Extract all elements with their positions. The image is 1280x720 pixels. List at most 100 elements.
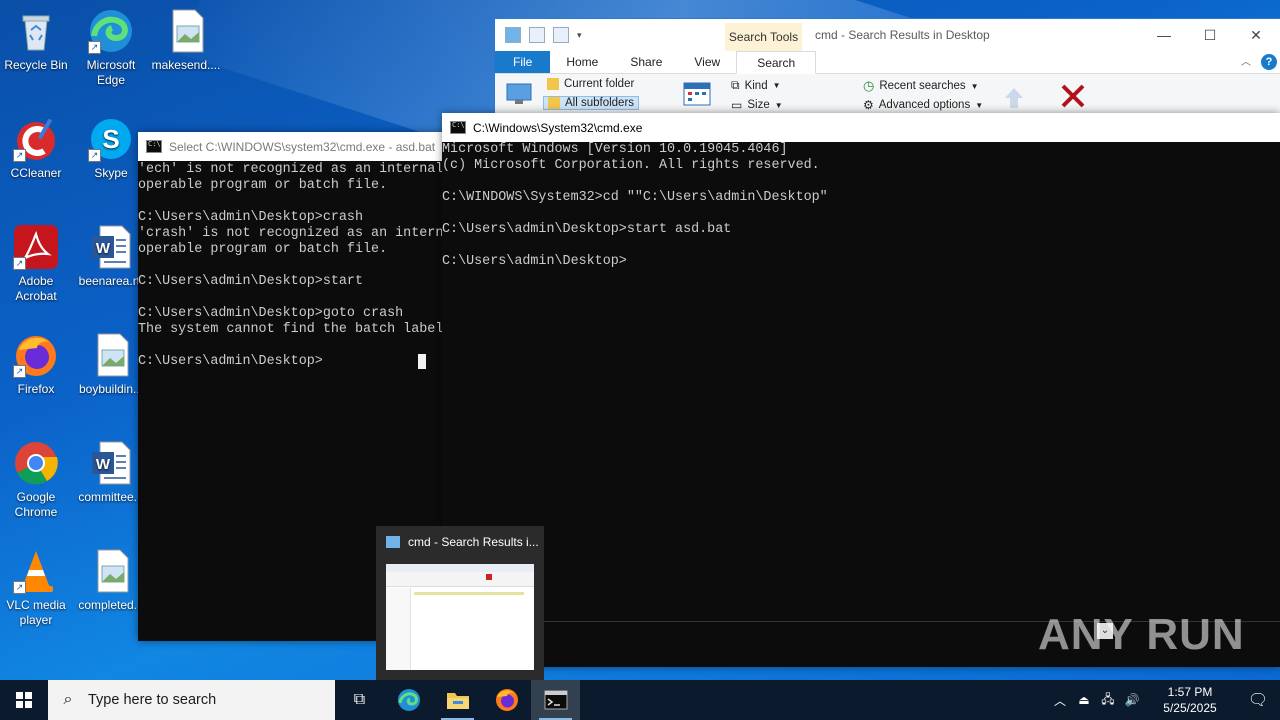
- advanced-options-dropdown[interactable]: ⚙ Advanced options ▼: [863, 98, 983, 112]
- taskbar-explorer-button[interactable]: [433, 680, 482, 720]
- properties-icon[interactable]: [529, 27, 545, 43]
- task-view-button[interactable]: ⧉: [335, 680, 384, 720]
- minimize-button[interactable]: —: [1141, 19, 1187, 51]
- maximize-button[interactable]: ☐: [1187, 19, 1233, 51]
- desktop-icon-makesend[interactable]: makesend....: [150, 8, 222, 73]
- desktop-icon-label: Google Chrome: [14, 490, 58, 519]
- edge-icon: ↗: [88, 8, 134, 54]
- quick-access-toolbar: ▾: [495, 27, 725, 43]
- chevron-down-icon: ▼: [772, 81, 781, 90]
- desktop-icon-label: beenarea.rtf: [78, 274, 144, 288]
- search-placeholder: Type here to search: [88, 692, 217, 708]
- desktop-icon-boybuildin[interactable]: boybuildin...: [75, 332, 147, 397]
- console-line: C:\Users\admin\Desktop>: [138, 354, 323, 369]
- kind-icon: ⧉: [731, 78, 740, 92]
- recycle-bin-icon: [13, 8, 59, 54]
- advanced-options-icon: ⚙: [863, 98, 874, 112]
- console-line: C:\WINDOWS\System32>cd ""C:\Users\admin\…: [442, 190, 828, 205]
- explorer-title-bar[interactable]: ▾ Search Tools cmd - Search Results in D…: [495, 19, 1280, 51]
- cmd-window-system32[interactable]: C:\Windows\System32\cmd.exe Microsoft Wi…: [442, 113, 1280, 667]
- console-line: operable program or batch file.: [138, 178, 388, 193]
- desktop-icon-google-chrome[interactable]: Google Chrome: [0, 440, 72, 520]
- usb-device-icon[interactable]: ⏏: [1072, 693, 1096, 707]
- desktop-icon-beenarea[interactable]: W beenarea.rtf: [75, 224, 147, 289]
- recent-searches-icon: ◷: [863, 78, 875, 93]
- explorer-window-title: cmd - Search Results in Desktop: [815, 28, 990, 42]
- recent-searches-dropdown[interactable]: ◷ Recent searches ▼: [863, 78, 979, 94]
- desktop-icon-skype[interactable]: S ↗ Skype: [75, 116, 147, 181]
- desktop-icon-label: Microsoft Edge: [86, 58, 136, 87]
- desktop-icon-label: Recycle Bin: [4, 58, 68, 72]
- help-icon[interactable]: ?: [1261, 54, 1277, 70]
- desktop-icon-vlc[interactable]: ↗ VLC media player: [0, 548, 72, 628]
- desktop-icon-adobe-acrobat[interactable]: ↗ Adobe Acrobat: [0, 224, 72, 304]
- folder-icon: [386, 536, 400, 548]
- tab-view[interactable]: View: [678, 51, 736, 73]
- shortcut-arrow-icon: ↗: [13, 365, 26, 378]
- desktop-icon-label: Adobe Acrobat: [15, 274, 57, 303]
- desktop-icon-committee[interactable]: W committee...: [75, 440, 147, 505]
- shortcut-arrow-icon: ↗: [13, 149, 26, 162]
- taskbar-edge-button[interactable]: [384, 680, 433, 720]
- new-folder-icon[interactable]: [553, 27, 569, 43]
- customize-qat-icon[interactable]: ▾: [577, 30, 582, 41]
- thumbnail-title: cmd - Search Results i...: [408, 535, 539, 549]
- shortcut-arrow-icon: ↗: [13, 257, 26, 270]
- cmd-title-bar[interactable]: Select C:\WINDOWS\system32\cmd.exe - asd…: [138, 132, 448, 161]
- desktop-icon-label: CCleaner: [10, 166, 62, 180]
- desktop-icon-completed[interactable]: completed...: [75, 548, 147, 613]
- tab-share[interactable]: Share: [614, 51, 678, 73]
- tab-search[interactable]: Search: [736, 51, 817, 74]
- console-line: C:\Users\admin\Desktop>start asd.bat: [442, 222, 732, 237]
- console-output[interactable]: 'ech' is not recognized as an internal op…: [138, 161, 448, 370]
- thumbnail-image: [386, 564, 534, 670]
- file-explorer-window[interactable]: ▾ Search Tools cmd - Search Results in D…: [494, 18, 1280, 115]
- svg-text:W: W: [96, 456, 111, 473]
- console-line: 'crash' is not recognized as an intern: [138, 226, 444, 241]
- console-line: Microsoft Windows [Version 10.0.19045.40…: [442, 142, 788, 157]
- cmd-title-bar[interactable]: C:\Windows\System32\cmd.exe: [442, 113, 1280, 142]
- taskbar-clock[interactable]: 1:57 PM 5/25/2025: [1144, 684, 1236, 716]
- kind-dropdown[interactable]: ⧉ Kind ▼: [731, 78, 781, 93]
- start-button[interactable]: [0, 680, 48, 720]
- desktop-icon-ccleaner[interactable]: ↗ CCleaner: [0, 116, 72, 181]
- chevron-down-icon: ▼: [774, 100, 783, 110]
- taskbar-search-box[interactable]: ⌕ Type here to search: [48, 680, 335, 720]
- close-button[interactable]: ✕: [1233, 19, 1279, 51]
- all-subfolders-button[interactable]: All subfolders: [543, 96, 640, 110]
- taskbar-cmd-button[interactable]: [531, 680, 580, 720]
- desktop-icon-recycle-bin[interactable]: Recycle Bin: [0, 8, 72, 73]
- date-modified-icon[interactable]: [683, 80, 711, 106]
- this-pc-icon[interactable]: [505, 80, 535, 108]
- show-hidden-icons-chevron-icon[interactable]: ︿: [1048, 692, 1072, 709]
- open-file-location-icon[interactable]: [1001, 84, 1027, 110]
- taskbar-thumbnail-preview[interactable]: cmd - Search Results i...: [376, 526, 544, 680]
- desktop-icon-microsoft-edge[interactable]: ↗ Microsoft Edge: [75, 8, 147, 88]
- console-line: C:\Users\admin\Desktop>start: [138, 274, 363, 289]
- desktop-icon-firefox[interactable]: ↗ Firefox: [0, 332, 72, 397]
- volume-icon[interactable]: 🔊: [1120, 693, 1144, 707]
- ribbon-search-panel: Current folder All subfolders ⧉ Kind ▼ ▭…: [495, 74, 1280, 114]
- svg-text:W: W: [96, 240, 111, 257]
- close-search-icon[interactable]: [1059, 82, 1087, 110]
- console-output[interactable]: Microsoft Windows [Version 10.0.19045.40…: [442, 142, 1280, 270]
- acrobat-icon: ↗: [13, 224, 59, 270]
- cmd-app-icon: [450, 121, 466, 134]
- notifications-icon[interactable]: 🗨: [1236, 690, 1280, 710]
- tab-home[interactable]: Home: [550, 51, 614, 73]
- taskbar-firefox-button[interactable]: [482, 680, 531, 720]
- image-file-icon: [88, 548, 134, 594]
- collapse-ribbon-icon[interactable]: ︿: [1241, 53, 1251, 68]
- current-folder-button[interactable]: Current folder: [547, 78, 634, 90]
- size-dropdown[interactable]: ▭ Size ▼: [731, 98, 783, 112]
- console-line: C:\Users\admin\Desktop>goto crash: [138, 306, 404, 321]
- network-icon[interactable]: 🖧: [1096, 690, 1120, 711]
- image-file-icon: [88, 332, 134, 378]
- anyrun-watermark: ANY RUN: [1038, 610, 1245, 659]
- tab-file[interactable]: File: [495, 51, 551, 73]
